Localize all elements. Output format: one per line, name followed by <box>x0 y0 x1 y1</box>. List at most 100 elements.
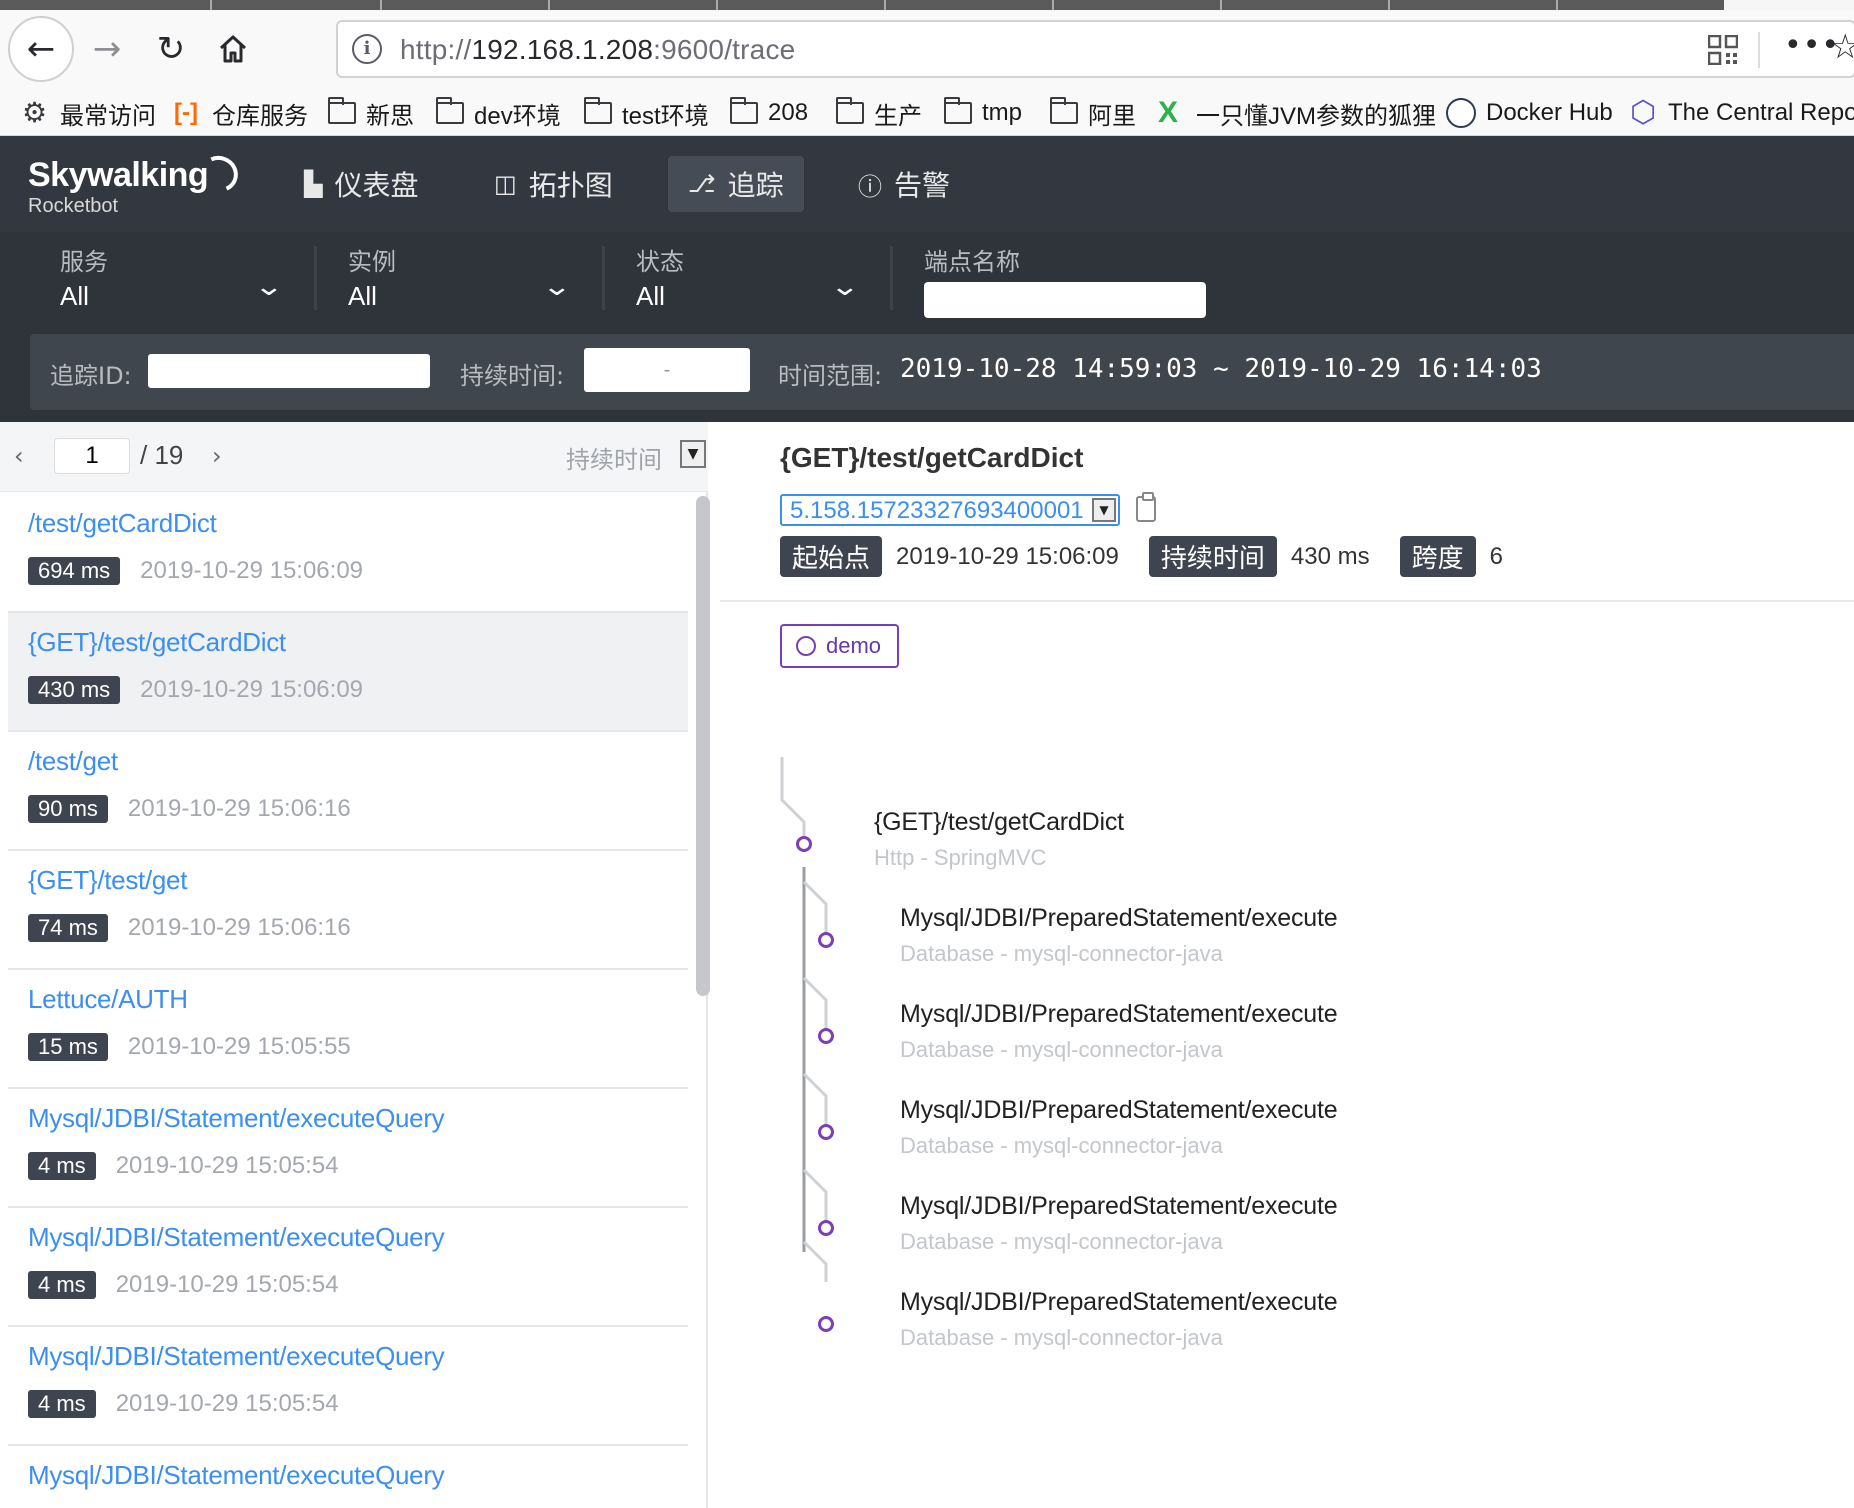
bookmark-star-icon[interactable]: ☆ <box>1830 27 1854 67</box>
forward-button[interactable]: → <box>74 16 140 82</box>
service-legend-demo[interactable]: demo <box>780 624 900 668</box>
bookmark-label: tmp <box>982 99 1023 126</box>
trace-list-item[interactable]: Mysql/JDBI/Statement/executeQuery 4 ms 20… <box>8 1208 688 1327</box>
logo-text: Skywalking <box>28 156 209 194</box>
chevron-down-icon: ⌄ <box>829 272 861 302</box>
info-icon[interactable]: i <box>352 34 382 64</box>
docker-icon <box>1446 98 1476 128</box>
filter-row-secondary: 追踪ID: 持续时间: 时间范围: 2019-10-28 14:59:03 ~ … <box>30 334 1854 410</box>
bookmark-folder[interactable]: dev环境 <box>436 96 561 130</box>
bookmark-folder[interactable]: tmp <box>944 96 1022 130</box>
tab-separator <box>1388 0 1390 10</box>
home-button[interactable] <box>200 16 266 82</box>
trace-list-item[interactable]: {GET}/test/get 74 ms 2019-10-29 15:06:16 <box>8 851 688 970</box>
span-name: Mysql/JDBI/PreparedStatement/execute <box>900 1096 1338 1124</box>
span-tree: {GET}/test/getCardDict Http - SpringMVC … <box>720 722 1854 1350</box>
bookmark-label: Docker Hub <box>1486 99 1613 126</box>
span-node[interactable] <box>818 1316 834 1332</box>
chevron-left-icon[interactable]: ‹ <box>14 442 24 470</box>
back-button[interactable]: ← <box>8 16 74 82</box>
span-name: Mysql/JDBI/PreparedStatement/execute <box>900 1192 1338 1220</box>
skywalking-logo[interactable]: Skywalking Rocketbot <box>28 150 244 218</box>
logo-subtitle: Rocketbot <box>28 195 119 217</box>
nav-alarm[interactable]: ⓘ 告警 <box>838 156 970 212</box>
arrow-left-icon: ← <box>26 29 56 69</box>
span-node[interactable] <box>818 932 834 948</box>
span-node[interactable] <box>818 1124 834 1140</box>
endpoint-input[interactable] <box>924 282 1206 318</box>
bookmark-folder[interactable]: 新思 <box>328 96 414 130</box>
trace-list-pane: ‹ / 19 › 持续时间 ▼ /test/getCardDict 694 ms… <box>0 422 710 1508</box>
span-node[interactable] <box>818 1220 834 1236</box>
trace-id-input[interactable] <box>148 354 430 388</box>
tab-separator <box>716 0 718 10</box>
qr-code-icon[interactable] <box>1708 35 1738 65</box>
duration-value: 430 ms <box>1290 542 1370 570</box>
span-row[interactable]: Mysql/JDBI/PreparedStatement/execute Dat… <box>900 1000 1338 1063</box>
bookmark-folder[interactable]: 208 <box>730 96 808 130</box>
reload-icon: ↻ <box>156 29 186 69</box>
page-total: / 19 <box>140 440 184 470</box>
duration-tag: 持续时间 <box>1148 536 1277 577</box>
bookmark-item[interactable]: Docker Hub <box>1446 96 1613 130</box>
service-label: 服务 <box>60 248 108 276</box>
instance-value: All <box>348 281 377 311</box>
filter-divider <box>602 246 605 310</box>
trace-list-item[interactable]: Mysql/JDBI/Statement/executeQuery 4 ms 20… <box>8 1327 688 1446</box>
span-row[interactable]: Mysql/JDBI/PreparedStatement/execute Dat… <box>900 1096 1338 1159</box>
bookmark-folder[interactable]: 生产 <box>836 96 922 130</box>
bookmark-item[interactable]: X 一只懂JVM参数的狐狸 <box>1158 96 1436 130</box>
trace-list-item[interactable]: {GET}/test/getCardDict 430 ms 2019-10-29 … <box>8 613 688 732</box>
bookmark-folder[interactable]: test环境 <box>584 96 709 130</box>
filter-divider <box>314 246 317 310</box>
span-row[interactable]: Mysql/JDBI/PreparedStatement/execute Dat… <box>900 1192 1338 1255</box>
list-scrollbar[interactable] <box>696 496 710 996</box>
bookmark-label: 一只懂JVM参数的狐狸 <box>1196 102 1436 130</box>
nav-trace[interactable]: ⎇ 追踪 <box>668 156 804 212</box>
duration-badge: 4 ms <box>28 1390 96 1418</box>
sort-label[interactable]: 持续时间 <box>566 440 662 475</box>
trace-list-item[interactable]: /test/getCardDict 694 ms 2019-10-29 15:06… <box>8 494 688 613</box>
span-node[interactable] <box>818 1028 834 1044</box>
nav-topology[interactable]: ◫ 拓扑图 <box>474 156 633 212</box>
topology-icon: ◫ <box>494 170 517 198</box>
trace-list-item[interactable]: Lettuce/AUTH 15 ms 2019-10-29 15:05:55 <box>8 970 688 1089</box>
circle-icon <box>796 636 816 656</box>
instance-select[interactable]: 实例 All ⌄ <box>348 242 572 314</box>
span-name: Mysql/JDBI/PreparedStatement/execute <box>900 1000 1338 1028</box>
trace-time: 2019-10-29 15:05:54 <box>115 1152 339 1179</box>
trace-list-item[interactable]: /test/get 90 ms 2019-10-29 15:06:16 <box>8 732 688 851</box>
bookmark-item[interactable]: ⚙ 最常访问 <box>22 96 156 130</box>
trace-id-select[interactable]: 5.158.15723327693400001 ▼ <box>780 494 1120 526</box>
time-range-value[interactable]: 2019-10-28 14:59:03 ~ 2019-10-29 16:14:0… <box>900 354 1542 384</box>
chevron-right-icon[interactable]: › <box>212 442 222 470</box>
page-input[interactable] <box>54 438 130 474</box>
endpoint-label: 端点名称 <box>924 248 1020 276</box>
span-row[interactable]: {GET}/test/getCardDict Http - SpringMVC <box>874 808 1124 871</box>
span-row[interactable]: Mysql/JDBI/PreparedStatement/execute Dat… <box>900 904 1338 967</box>
url-text[interactable]: http://192.168.1.208:9600/trace <box>400 34 795 66</box>
span-row[interactable]: Mysql/JDBI/PreparedStatement/execute Dat… <box>900 1288 1338 1351</box>
url-bar[interactable]: i http://192.168.1.208:9600/trace ••• ☆ <box>336 20 1854 78</box>
nav-dashboard[interactable]: ▙ 仪表盘 <box>284 156 438 212</box>
filter-panel: 服务 All ⌄ 实例 All ⌄ 状态 All ⌄ 端点名称 追踪ID: 持续… <box>0 232 1854 422</box>
trace-list-item[interactable]: Mysql/JDBI/Statement/executeQuery <box>8 1446 688 1508</box>
trace-list-item[interactable]: Mysql/JDBI/Statement/executeQuery 4 ms 20… <box>8 1089 688 1208</box>
bookmark-item[interactable]: ⬡ The Central Repo <box>1630 96 1854 130</box>
span-type: Database - mysql-connector-java <box>900 1325 1223 1350</box>
app-header: Skywalking Rocketbot ▙ 仪表盘 ◫ 拓扑图 ⎇ 追踪 ⓘ 告警 <box>0 136 1854 232</box>
sort-dropdown[interactable]: ▼ <box>680 440 706 468</box>
reload-button[interactable]: ↻ <box>138 16 204 82</box>
clipboard-icon[interactable] <box>1136 492 1156 522</box>
span-node[interactable] <box>796 836 812 852</box>
x-icon: X <box>1158 96 1179 129</box>
span-name: Mysql/JDBI/PreparedStatement/execute <box>900 904 1338 932</box>
tab-bar[interactable] <box>0 0 1724 10</box>
service-select[interactable]: 服务 All ⌄ <box>60 242 284 314</box>
duration-input[interactable] <box>584 348 750 392</box>
bookmark-folder[interactable]: 阿里 <box>1050 96 1136 130</box>
trace-list: /test/getCardDict 694 ms 2019-10-29 15:06… <box>8 494 688 1508</box>
status-select[interactable]: 状态 All ⌄ <box>636 242 860 314</box>
status-value: All <box>636 281 665 311</box>
bookmark-item[interactable]: [-] 仓库服务 <box>174 96 308 130</box>
